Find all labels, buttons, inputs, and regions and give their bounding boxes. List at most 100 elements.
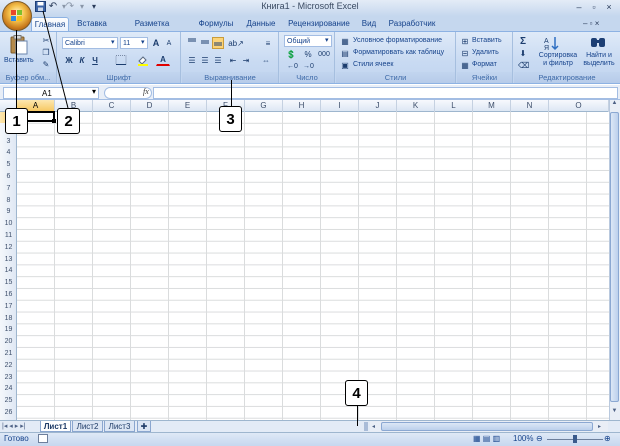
insert-cells-button[interactable]: Вставить (472, 35, 502, 46)
fill-color-icon[interactable] (136, 54, 150, 66)
row-header-20[interactable]: 20 (0, 336, 17, 347)
row-header-11[interactable]: 11 (0, 230, 17, 241)
sort-filter-button[interactable]: Сортировка и фильтр (538, 52, 578, 68)
scroll-right-icon[interactable]: ▸ (598, 423, 606, 431)
row-header-17[interactable]: 17 (0, 301, 17, 312)
column-header-j[interactable]: J (359, 100, 397, 112)
row-header-12[interactable]: 12 (0, 242, 17, 253)
align-left-icon[interactable]: ☰ (186, 54, 198, 66)
increase-decimal-icon[interactable]: ←0 (286, 60, 298, 72)
number-format-dropdown-icon[interactable]: ▾ (325, 35, 329, 46)
decrease-decimal-icon[interactable]: →0 (302, 60, 314, 72)
wrap-text-icon[interactable]: ≡ (262, 37, 274, 49)
scroll-up-icon[interactable]: ▲ (610, 100, 619, 110)
find-select-button[interactable]: Найти и выделить (579, 52, 619, 68)
paste-button[interactable]: Вставить (4, 55, 34, 66)
tab-developer[interactable]: Разработчик (387, 17, 437, 31)
column-header-h[interactable]: H (283, 100, 321, 112)
row-header-19[interactable]: 19 (0, 324, 17, 335)
column-header-k[interactable]: K (397, 100, 435, 112)
zoom-slider-thumb[interactable] (573, 435, 577, 443)
font-color-icon[interactable]: A (156, 54, 170, 66)
conditional-format-button[interactable]: Условное форматирование (353, 35, 442, 46)
clear-icon[interactable]: ⌫ (517, 59, 529, 71)
fill-handle[interactable] (52, 119, 56, 123)
close-button[interactable]: × (602, 2, 616, 13)
increase-indent-icon[interactable]: ⇥ (240, 54, 252, 66)
view-buttons[interactable]: ▦ ▤ ▥ (473, 434, 509, 444)
row-header-4[interactable]: 4 (0, 147, 17, 158)
column-header-i[interactable]: I (321, 100, 359, 112)
customize-qat-icon[interactable]: ▾ (88, 1, 100, 13)
row-header-14[interactable]: 14 (0, 265, 17, 276)
name-box-dropdown-icon[interactable]: ▾ (92, 87, 96, 96)
align-right-icon[interactable]: ☰ (212, 54, 224, 66)
sheet-tab-1[interactable]: Лист1 (40, 421, 71, 432)
tab-insert[interactable]: Вставка (74, 17, 110, 31)
column-header-o[interactable]: O (549, 100, 609, 112)
thousands-button[interactable]: 000 (316, 48, 332, 60)
column-header-l[interactable]: L (435, 100, 473, 112)
cell-styles-button[interactable]: Стили ячеек (353, 59, 393, 70)
restore-button[interactable]: ▫ (587, 2, 601, 13)
minimize-button[interactable]: – (572, 2, 586, 13)
row-header-5[interactable]: 5 (0, 159, 17, 170)
percent-button[interactable]: % (302, 48, 314, 60)
cell-grid[interactable] (17, 112, 609, 420)
column-header-e[interactable]: E (169, 100, 207, 112)
currency-icon[interactable]: 💲 (284, 48, 298, 60)
redo-dropdown-icon[interactable]: ▾ (76, 1, 88, 13)
row-header-6[interactable]: 6 (0, 171, 17, 182)
scroll-down-icon[interactable]: ▼ (610, 408, 619, 418)
row-header-9[interactable]: 9 (0, 206, 17, 217)
row-header-15[interactable]: 15 (0, 277, 17, 288)
font-name-dropdown-icon[interactable]: ▾ (111, 37, 115, 48)
row-header-22[interactable]: 22 (0, 360, 17, 371)
row-header-18[interactable]: 18 (0, 313, 17, 324)
row-header-24[interactable]: 24 (0, 383, 17, 394)
row-header-7[interactable]: 7 (0, 183, 17, 194)
row-header-3[interactable]: 3 (0, 136, 17, 147)
macro-record-icon[interactable] (38, 434, 48, 443)
sheet-tab-2[interactable]: Лист2 (72, 421, 103, 432)
column-header-c[interactable]: C (93, 100, 131, 112)
insert-function-button[interactable]: fx (143, 87, 149, 96)
merge-center-icon[interactable]: ⇔ (260, 54, 272, 66)
orientation-icon[interactable]: ab↗ (227, 37, 245, 49)
format-as-table-button[interactable]: Форматировать как таблицу (353, 47, 444, 58)
tab-view[interactable]: Вид (359, 17, 379, 31)
tab-formulas[interactable]: Формулы (196, 17, 236, 31)
row-header-10[interactable]: 10 (0, 218, 17, 229)
italic-button[interactable]: К (76, 54, 88, 66)
zoom-in-icon[interactable]: ⊕ (604, 434, 611, 443)
vertical-scroll-thumb[interactable] (610, 112, 619, 402)
shrink-font-icon[interactable]: A (163, 37, 175, 49)
row-header-26[interactable]: 26 (0, 407, 17, 418)
autosum-button[interactable]: Σ (517, 35, 529, 47)
row-header-8[interactable]: 8 (0, 195, 17, 206)
formula-input[interactable] (153, 87, 618, 99)
workbook-window-controls[interactable]: – ▫ × (583, 19, 617, 30)
align-center-icon[interactable]: ☰ (199, 54, 211, 66)
delete-cells-button[interactable]: Удалить (472, 47, 499, 58)
column-header-g[interactable]: G (245, 100, 283, 112)
tab-page-layout[interactable]: Разметка страницы (117, 17, 187, 42)
font-size-dropdown-icon[interactable]: ▾ (141, 37, 145, 48)
tab-data[interactable]: Данные (244, 17, 278, 31)
align-top-icon[interactable] (186, 37, 198, 49)
align-middle-icon[interactable] (199, 37, 211, 49)
insert-sheet-icon[interactable]: ✚ (137, 421, 151, 432)
zoom-out-icon[interactable]: ⊖ (536, 434, 543, 443)
sheet-tab-3[interactable]: Лист3 (104, 421, 135, 432)
office-button[interactable] (2, 1, 32, 31)
format-cells-button[interactable]: Формат (472, 59, 497, 70)
row-header-23[interactable]: 23 (0, 372, 17, 383)
sheet-nav-icons[interactable]: |◂ ◂ ▸ ▸| (2, 421, 40, 432)
grow-font-icon[interactable]: A (150, 37, 162, 49)
tab-review[interactable]: Рецензирование (287, 17, 351, 31)
decrease-indent-icon[interactable]: ⇤ (227, 54, 239, 66)
column-header-d[interactable]: D (131, 100, 169, 112)
row-header-21[interactable]: 21 (0, 348, 17, 359)
row-header-25[interactable]: 25 (0, 395, 17, 406)
underline-button[interactable]: Ч (89, 54, 101, 66)
